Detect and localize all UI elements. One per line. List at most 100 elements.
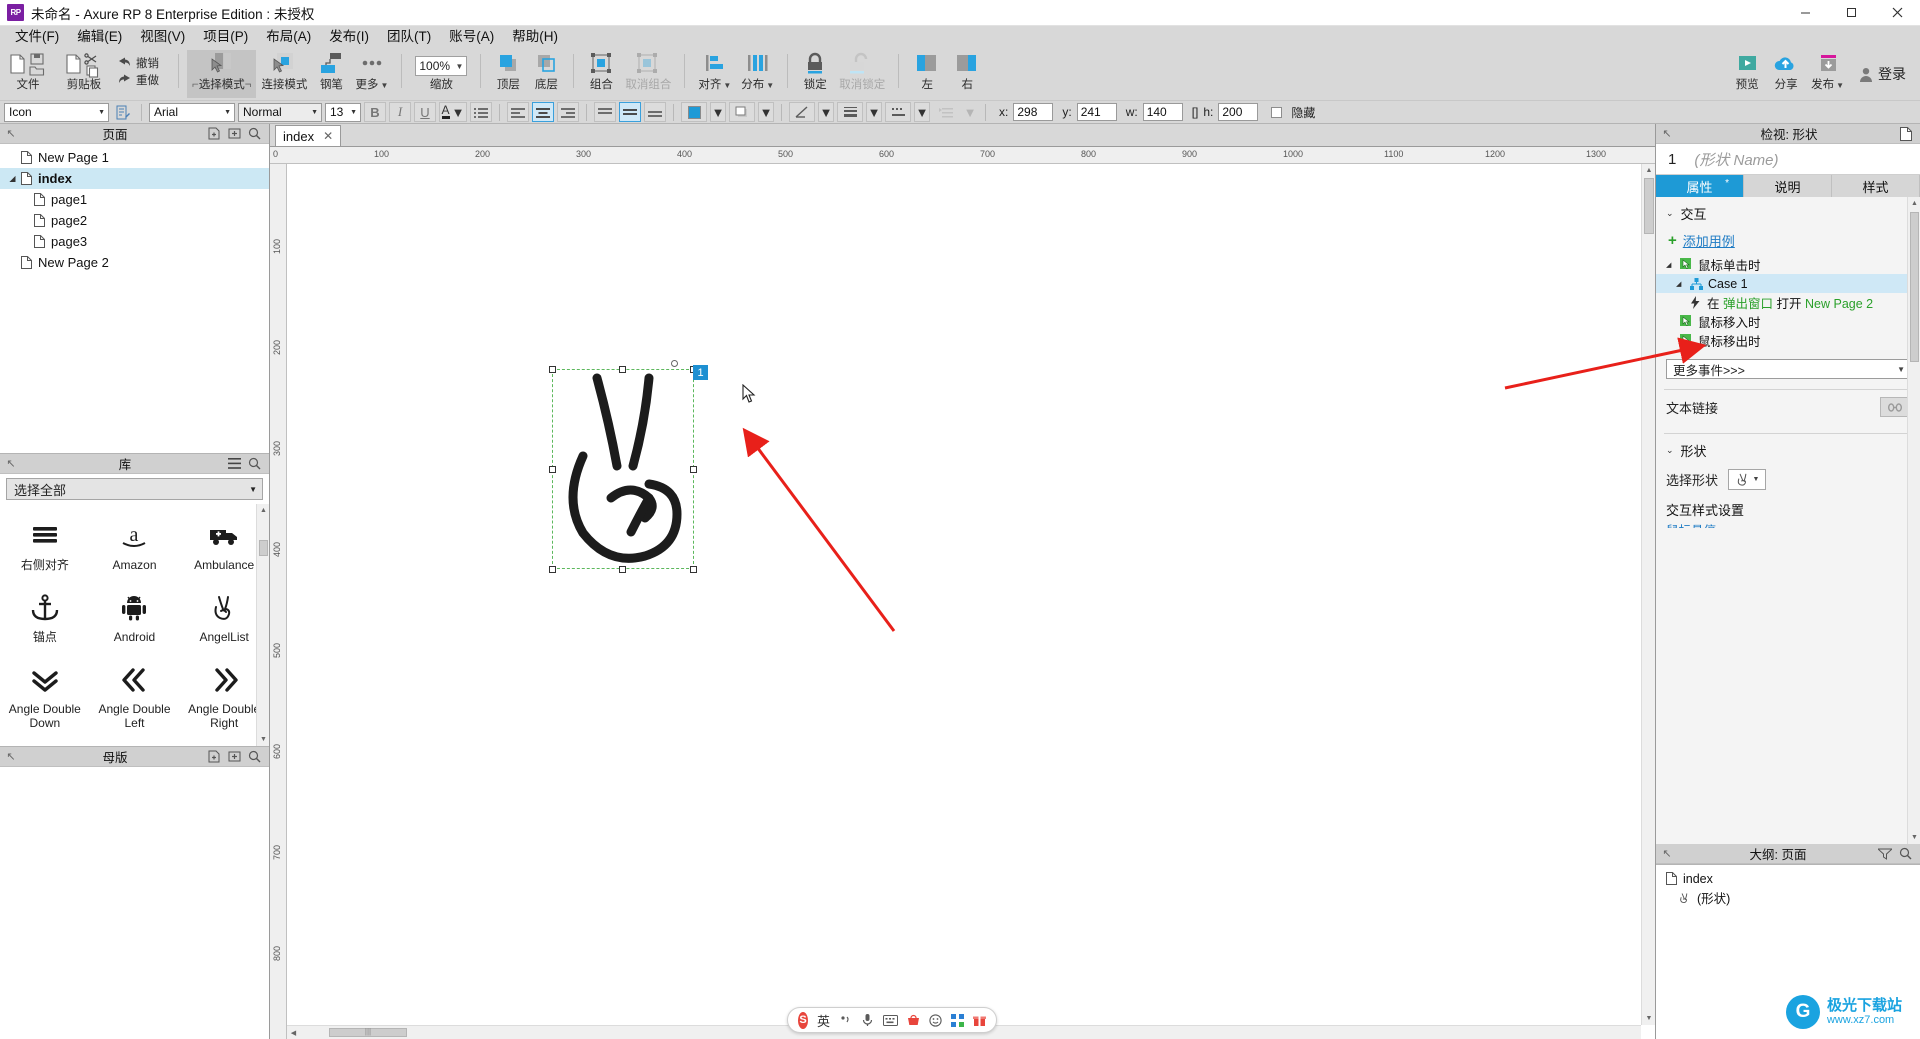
redo-button[interactable]: 重做: [117, 71, 159, 88]
interaction-count-badge[interactable]: 1: [693, 365, 708, 380]
widget-style-select[interactable]: Icon ▼: [4, 102, 109, 122]
valign-middle-button[interactable]: [619, 102, 641, 122]
minimize-button[interactable]: [1782, 0, 1828, 26]
page-item-index[interactable]: ◢ index: [0, 168, 269, 189]
scroll-down-arrow-icon[interactable]: ▼: [257, 733, 269, 746]
menu-layout[interactable]: 布局(A): [257, 26, 320, 48]
font-family-select[interactable]: Arial ▼: [149, 102, 235, 122]
page-item-page2[interactable]: page2: [0, 210, 269, 231]
group-button[interactable]: 组合: [582, 50, 620, 98]
resize-handle-n[interactable]: [619, 366, 626, 373]
resize-handle-s[interactable]: [619, 566, 626, 573]
fill-color-button[interactable]: [681, 102, 707, 122]
canvas-vertical-scrollbar[interactable]: ▲ ▼: [1641, 164, 1655, 1025]
resize-handle-w[interactable]: [549, 466, 556, 473]
event-row-onmouseenter[interactable]: 鼠标移入时: [1656, 312, 1920, 331]
fill-color-dropdown[interactable]: ▼: [710, 102, 726, 122]
search-icon[interactable]: [1899, 847, 1912, 860]
action-row-open-popup[interactable]: 在 弹出窗口 打开 New Page 2: [1656, 293, 1920, 312]
more-button[interactable]: 更多 ▼: [350, 50, 393, 98]
font-size-select[interactable]: 13 ▼: [325, 102, 361, 122]
expand-arrow-icon[interactable]: ◢: [6, 174, 19, 183]
valign-bottom-button[interactable]: [644, 102, 666, 122]
share-button[interactable]: 分享: [1766, 50, 1806, 98]
ungroup-button[interactable]: 取消组合: [620, 50, 676, 98]
style-format-painter-button[interactable]: [112, 102, 134, 122]
text-link-button[interactable]: [1880, 397, 1910, 417]
zoom-control[interactable]: 100% ▼ 缩放: [410, 50, 472, 98]
widget-name-bar[interactable]: 1 (形状 Name): [1656, 144, 1920, 175]
add-page-icon[interactable]: [208, 127, 221, 140]
scroll-down-arrow-icon[interactable]: ▼: [1908, 831, 1920, 844]
outline-item-shape[interactable]: (形状): [1656, 888, 1920, 907]
search-icon[interactable]: [248, 127, 261, 140]
event-row-onmouseleave[interactable]: 鼠标移出时: [1656, 331, 1920, 350]
w-input[interactable]: 140: [1142, 103, 1183, 121]
zoom-select[interactable]: 100% ▼: [415, 56, 468, 76]
inspector-page-icon[interactable]: [1900, 126, 1912, 141]
h-input[interactable]: 200: [1218, 103, 1259, 121]
page-item-new-page-2[interactable]: New Page 2: [0, 252, 269, 273]
resize-handle-e[interactable]: [690, 466, 697, 473]
selected-shape-bounds[interactable]: [552, 369, 694, 569]
inspector-collapse-icon[interactable]: ↖: [1656, 127, 1678, 140]
menu-edit[interactable]: 编辑(E): [68, 26, 131, 48]
inspector-scrollbar[interactable]: ▲ ▼: [1907, 197, 1920, 844]
distribute-button[interactable]: 分布 ▼: [736, 50, 779, 98]
valign-top-button[interactable]: [594, 102, 616, 122]
file-button[interactable]: 文件: [0, 50, 56, 98]
line-width-dropdown[interactable]: ▼: [866, 102, 882, 122]
resize-handle-se[interactable]: [690, 566, 697, 573]
library-item-anchor[interactable]: 锚点: [0, 582, 90, 654]
page-item-page3[interactable]: page3: [0, 231, 269, 252]
resize-handle-sw[interactable]: [549, 566, 556, 573]
library-item-angle-double-down[interactable]: Angle Double Down: [0, 654, 90, 740]
ime-toolbar[interactable]: S 英: [787, 1007, 997, 1033]
menu-view[interactable]: 视图(V): [131, 26, 194, 48]
maximize-button[interactable]: [1828, 0, 1874, 26]
lock-button[interactable]: 锁定: [796, 50, 834, 98]
canvas-tab-index[interactable]: index ✕: [275, 125, 342, 146]
peace-hand-icon[interactable]: [553, 370, 693, 568]
mic-icon[interactable]: [861, 1013, 874, 1027]
add-case-button[interactable]: + 添加用例: [1656, 228, 1920, 255]
widget-name-input[interactable]: (形状 Name): [1694, 149, 1778, 170]
library-scrollbar[interactable]: ▲ ▼: [256, 504, 269, 746]
scroll-up-arrow-icon[interactable]: ▲: [1642, 164, 1655, 177]
shadow-button[interactable]: [729, 102, 755, 122]
close-icon[interactable]: ✕: [323, 129, 333, 143]
library-collapse-icon[interactable]: ↖: [0, 457, 22, 470]
event-row-onclick[interactable]: ◢ 鼠标单击时: [1656, 255, 1920, 274]
undo-redo-group[interactable]: 撤销 重做: [112, 50, 170, 98]
align-right-button[interactable]: [557, 102, 579, 122]
search-icon[interactable]: [248, 750, 261, 763]
smiley-icon[interactable]: [929, 1013, 942, 1027]
clipboard-button[interactable]: 剪贴板: [56, 50, 112, 98]
library-selector[interactable]: 选择全部 ▼: [6, 478, 263, 500]
scroll-left-arrow-icon[interactable]: ◀: [287, 1026, 300, 1039]
lock-ratio-icon[interactable]: []: [1192, 105, 1199, 119]
add-master-icon[interactable]: [208, 750, 221, 763]
font-color-button[interactable]: A ▼: [439, 102, 467, 122]
bring-to-front-button[interactable]: 顶层: [489, 50, 527, 98]
arrow-style-button[interactable]: [933, 102, 959, 122]
x-input[interactable]: 298: [1013, 103, 1054, 121]
keyboard-icon[interactable]: [883, 1014, 898, 1026]
library-item-amazon[interactable]: a Amazon: [90, 510, 180, 582]
resize-handle-nw[interactable]: [549, 366, 556, 373]
gift-icon[interactable]: [973, 1014, 986, 1027]
masters-collapse-icon[interactable]: ↖: [0, 750, 22, 763]
align-button[interactable]: 对齐 ▼: [693, 50, 736, 98]
library-item-angle-double-left[interactable]: Angle Double Left: [90, 654, 180, 740]
y-input[interactable]: 241: [1076, 103, 1117, 121]
outline-item-index[interactable]: index: [1656, 869, 1920, 888]
rotate-handle[interactable]: [671, 360, 678, 367]
shopping-icon[interactable]: [907, 1014, 920, 1027]
more-events-select[interactable]: 更多事件>>> ▼: [1666, 359, 1910, 379]
arrow-style-dropdown[interactable]: ▼: [962, 102, 978, 122]
shape-section-header[interactable]: ⌄ 形状: [1656, 434, 1920, 465]
pen-button[interactable]: 钢笔: [312, 50, 350, 98]
comma-icon[interactable]: [839, 1014, 852, 1027]
align-center-button[interactable]: [532, 102, 554, 122]
preview-button[interactable]: 预览: [1728, 50, 1766, 98]
